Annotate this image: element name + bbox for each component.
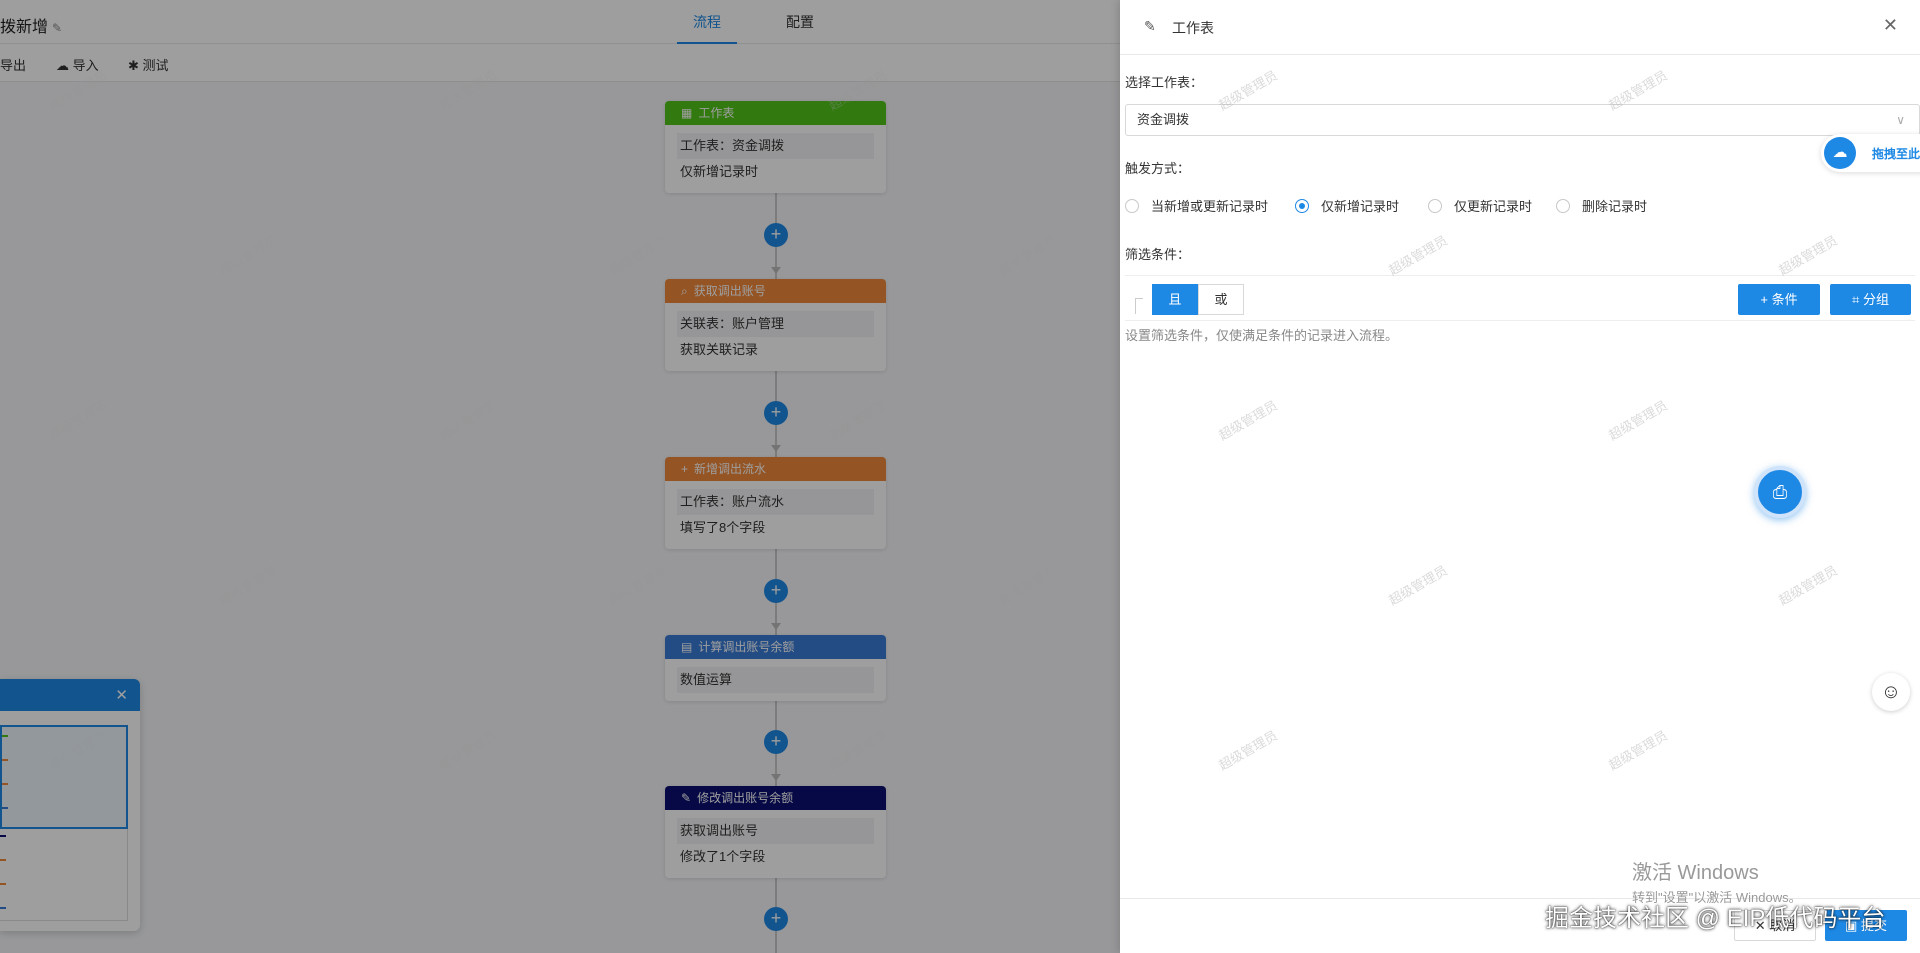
drawer-header: ✎ 工作表 ✕ bbox=[1120, 0, 1920, 55]
node-config-drawer: ✎ 工作表 ✕ 选择工作表： 资金调拨 ∨ 触发方式： 当新增或更新记录时 仅新… bbox=[1120, 0, 1920, 953]
chevron-down-icon: ∨ bbox=[1896, 113, 1905, 127]
robot-icon: ⎙ bbox=[1772, 482, 1788, 502]
worksheet-label: 选择工作表： bbox=[1125, 75, 1204, 90]
activation-title: 激活 Windows bbox=[1632, 862, 1759, 884]
filter-condition-box: 且 或 + 条件 ⌗ 分组 bbox=[1125, 275, 1915, 321]
radio-circle bbox=[1428, 199, 1442, 213]
flow-workspace: 拨新增 ✎ 流程 配置 导出 ☁ 导入 ✱ 测试 ▦ 工作表 工作表：资金调拨 仅新… bbox=[0, 0, 1120, 953]
radio-circle bbox=[1556, 199, 1570, 213]
radio-add-only[interactable]: 仅新增记录时 bbox=[1295, 196, 1399, 215]
logic-toggle: 且 或 bbox=[1152, 284, 1244, 315]
modal-mask[interactable] bbox=[0, 0, 1120, 953]
add-group-button[interactable]: ⌗ 分组 bbox=[1830, 284, 1911, 315]
radio-label: 仅更新记录时 bbox=[1454, 199, 1533, 214]
filter-hint: 设置筛选条件，仅使满足条件的记录进入流程。 bbox=[1125, 328, 1399, 343]
avatar-face-icon: ☺ bbox=[1880, 681, 1902, 703]
radio-label: 仅新增记录时 bbox=[1321, 199, 1400, 214]
radio-add-or-update[interactable]: 当新增或更新记录时 bbox=[1125, 196, 1268, 215]
close-icon[interactable]: ✕ bbox=[1883, 15, 1898, 36]
worksheet-select[interactable]: 资金调拨 ∨ bbox=[1125, 104, 1920, 136]
radio-delete[interactable]: 删除记录时 bbox=[1556, 196, 1647, 215]
add-group-label: 分组 bbox=[1862, 292, 1889, 307]
radio-update-only[interactable]: 仅更新记录时 bbox=[1428, 196, 1532, 215]
pencil-icon[interactable]: ✎ bbox=[1144, 18, 1156, 35]
radio-label: 当新增或更新记录时 bbox=[1151, 199, 1269, 214]
condition-bracket bbox=[1135, 298, 1143, 314]
filter-label: 筛选条件： bbox=[1125, 247, 1191, 262]
drag-here-text: 拖拽至此 bbox=[1872, 147, 1920, 161]
avatar[interactable]: ☺ bbox=[1872, 673, 1910, 711]
logic-or-button[interactable]: 或 bbox=[1198, 284, 1244, 315]
add-condition-button[interactable]: + 条件 bbox=[1738, 284, 1820, 315]
worksheet-value: 资金调拨 bbox=[1137, 112, 1190, 127]
group-icon: ⌗ bbox=[1852, 292, 1860, 307]
drawer-title: 工作表 bbox=[1172, 20, 1214, 36]
radio-circle-checked bbox=[1295, 199, 1309, 213]
logic-and-button[interactable]: 且 bbox=[1152, 284, 1198, 315]
drag-here-chip[interactable]: ☁ 拖拽至此 bbox=[1821, 134, 1920, 172]
source-watermark: 掘金技术社区 @ EIP低代码平台 bbox=[1545, 905, 1886, 932]
cloud-icon: ☁ bbox=[1824, 137, 1856, 169]
radio-label: 删除记录时 bbox=[1582, 199, 1648, 214]
assistant-float-button[interactable]: ⎙ bbox=[1754, 466, 1806, 518]
radio-circle bbox=[1125, 199, 1139, 213]
trigger-label: 触发方式： bbox=[1125, 161, 1191, 176]
